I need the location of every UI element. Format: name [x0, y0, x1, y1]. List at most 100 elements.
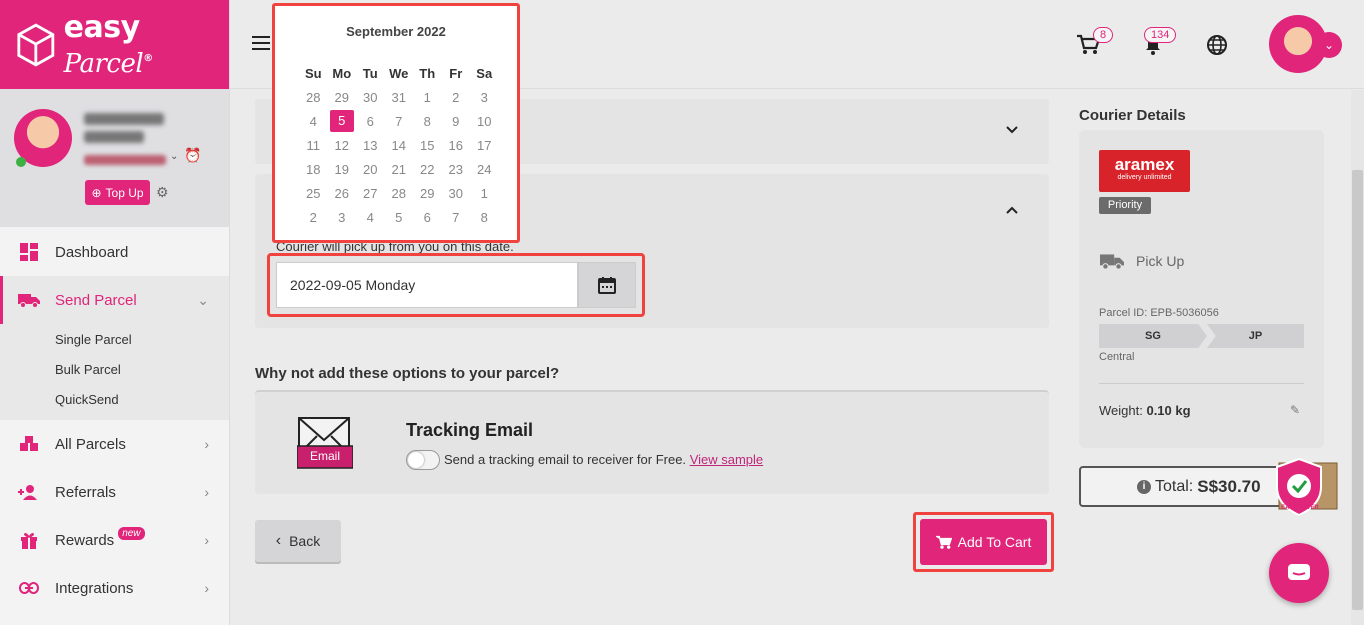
- calendar-day[interactable]: 18: [299, 162, 328, 177]
- calendar-day[interactable]: 7: [442, 210, 471, 225]
- chevron-down-icon[interactable]: [1006, 121, 1018, 137]
- calendar-day[interactable]: 31: [385, 90, 414, 105]
- calendar-day[interactable]: 12: [328, 138, 357, 153]
- calendar-day[interactable]: 22: [413, 162, 442, 177]
- calendar-day[interactable]: 30: [356, 90, 385, 105]
- logo[interactable]: easy Parcel®: [0, 0, 229, 89]
- easycover-badge[interactable]: EASYCOVER: [1269, 457, 1339, 519]
- calendar-day[interactable]: 25: [299, 186, 328, 201]
- menu-icon[interactable]: [252, 36, 270, 54]
- add-to-cart-button[interactable]: Add To Cart: [920, 519, 1047, 565]
- calendar-day[interactable]: 9: [442, 114, 471, 129]
- calendar-day[interactable]: 20: [356, 162, 385, 177]
- chat-icon: [1288, 564, 1310, 580]
- calendar-day[interactable]: 4: [356, 210, 385, 225]
- route-indicator: SG JP: [1099, 324, 1304, 348]
- calendar-day[interactable]: 19: [328, 162, 357, 177]
- calendar-day[interactable]: 1: [413, 90, 442, 105]
- email-label: Email: [309, 449, 340, 463]
- calendar-weekday: Fr: [449, 65, 463, 81]
- calendar-day[interactable]: 3: [328, 210, 357, 225]
- calendar-day[interactable]: 15: [413, 138, 442, 153]
- sidebar-item-quicksend[interactable]: QuickSend: [0, 384, 229, 414]
- calendar-day[interactable]: 11: [299, 138, 328, 153]
- chevron-right-icon: ›: [204, 436, 209, 452]
- alarm-icon[interactable]: ⏰: [184, 147, 201, 164]
- calendar-day[interactable]: 6: [413, 210, 442, 225]
- calendar-day[interactable]: 4: [299, 114, 328, 129]
- calendar-day[interactable]: 29: [328, 90, 357, 105]
- chat-button[interactable]: [1269, 543, 1329, 603]
- calendar-day[interactable]: 27: [356, 186, 385, 201]
- top-up-button[interactable]: ⊕ Top Up: [85, 180, 150, 205]
- chevron-down-icon[interactable]: ⌄: [170, 151, 178, 162]
- calendar-day[interactable]: 3: [470, 90, 499, 105]
- scrollbar-thumb[interactable]: [1352, 170, 1363, 610]
- calendar-day[interactable]: 5: [329, 110, 354, 132]
- pickup-date-input[interactable]: 2022-09-05 Monday: [276, 262, 578, 308]
- info-icon[interactable]: i: [1137, 479, 1151, 494]
- chevron-right-icon: ›: [204, 484, 209, 500]
- calendar-weekday-row: Su Mo Tu We Th Fr Sa: [299, 61, 499, 85]
- notification-count-badge: 134: [1144, 27, 1177, 43]
- parcel-id: Parcel ID: EPB-5036056: [1099, 307, 1219, 319]
- easycover-label: EASYCOVER: [1281, 505, 1319, 511]
- tracking-email-toggle[interactable]: [406, 450, 440, 470]
- truck-icon: [1100, 254, 1124, 270]
- calendar-day[interactable]: 8: [413, 114, 442, 129]
- dashboard-icon: [18, 241, 40, 263]
- sidebar-item-integrations[interactable]: Integrations ›: [0, 564, 229, 612]
- calendar-day[interactable]: 30: [442, 186, 471, 201]
- calendar-day[interactable]: 26: [328, 186, 357, 201]
- chevron-down-icon[interactable]: ⌄: [1316, 32, 1342, 58]
- calendar-icon: [598, 277, 616, 294]
- online-status-icon: [16, 157, 26, 167]
- back-button[interactable]: ‹ Back: [255, 520, 341, 562]
- sidebar-item-all-parcels[interactable]: All Parcels ›: [0, 420, 229, 468]
- sidebar: easy Parcel® ⌄ ⏰ ⊕ Top Up ⚙ Dashboard Se…: [0, 0, 230, 625]
- calendar-day[interactable]: 14: [385, 138, 414, 153]
- calendar-day[interactable]: 8: [470, 210, 499, 225]
- calendar-day[interactable]: 13: [356, 138, 385, 153]
- calendar-day[interactable]: 28: [385, 186, 414, 201]
- sidebar-item-send-parcel[interactable]: Send Parcel ⌄: [0, 276, 229, 324]
- calendar-day[interactable]: 29: [413, 186, 442, 201]
- date-picker-field: 2022-09-05 Monday: [267, 253, 645, 317]
- sidebar-item-referrals[interactable]: Referrals ›: [0, 468, 229, 516]
- calendar-button[interactable]: [578, 262, 636, 308]
- calendar-day[interactable]: 24: [470, 162, 499, 177]
- chevron-right-icon: ›: [204, 532, 209, 548]
- calendar-day[interactable]: 21: [385, 162, 414, 177]
- truck-icon: [18, 289, 40, 311]
- email-envelope-icon: Email: [296, 416, 354, 470]
- tracking-email-option: [255, 390, 1049, 494]
- calendar-week-row: 2345678: [299, 205, 499, 229]
- globe-icon[interactable]: [1206, 34, 1228, 62]
- calendar-day[interactable]: 17: [470, 138, 499, 153]
- origin-region: Central: [1099, 351, 1135, 363]
- calendar-day[interactable]: 28: [299, 90, 328, 105]
- sidebar-item-single-parcel[interactable]: Single Parcel: [0, 324, 229, 354]
- priority-badge: Priority: [1099, 197, 1151, 214]
- calendar-day[interactable]: 2: [299, 210, 328, 225]
- calendar-week-row: 11 12 13 14 15 16 17: [299, 133, 499, 157]
- sidebar-item-rewards[interactable]: Rewards new ›: [0, 516, 229, 564]
- calendar-day[interactable]: 6: [356, 114, 385, 129]
- sidebar-item-bulk-parcel[interactable]: Bulk Parcel: [0, 354, 229, 384]
- calendar-day[interactable]: 1: [470, 186, 499, 201]
- chevron-up-icon[interactable]: [1006, 201, 1018, 217]
- calendar-day[interactable]: 10: [470, 114, 499, 129]
- gear-icon[interactable]: ⚙: [156, 184, 169, 201]
- calendar-day[interactable]: 2: [442, 90, 471, 105]
- sidebar-item-dashboard[interactable]: Dashboard: [0, 228, 229, 276]
- chevron-right-icon: ›: [204, 580, 209, 596]
- calendar-weekday: Mo: [332, 65, 352, 81]
- cart-count-badge: 8: [1093, 27, 1114, 43]
- view-sample-link[interactable]: View sample: [690, 452, 763, 467]
- calendar-day[interactable]: 5: [385, 210, 414, 225]
- calendar-popup: September 2022 Su Mo Tu We Th Fr Sa 28 29 30 31 1 2 3…: [272, 3, 520, 243]
- edit-icon[interactable]: ✎: [1290, 403, 1300, 417]
- calendar-day[interactable]: 7: [385, 114, 414, 129]
- calendar-day[interactable]: 23: [442, 162, 471, 177]
- calendar-day[interactable]: 16: [442, 138, 471, 153]
